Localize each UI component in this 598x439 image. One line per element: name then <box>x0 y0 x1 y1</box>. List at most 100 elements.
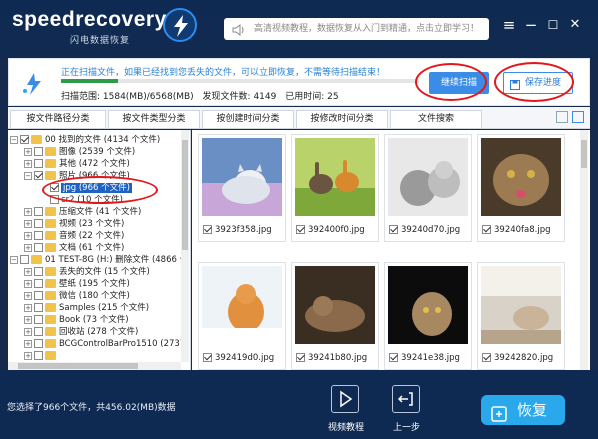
file-checkbox[interactable] <box>296 353 305 362</box>
tree-scroll-thumb[interactable] <box>182 140 188 250</box>
scan-stats: 扫描范围: 1584(MB)/6568(MB) 发现文件数: 4149 已用时间… <box>61 89 345 102</box>
expand-toggle-icon[interactable]: + <box>24 327 32 336</box>
menu-icon[interactable]: ≡ <box>500 16 518 34</box>
expand-toggle-icon[interactable]: + <box>24 207 32 216</box>
folder-icon <box>45 279 56 288</box>
file-thumbnail-card[interactable]: 39241b80.jpg <box>291 262 379 370</box>
expand-toggle-icon[interactable]: − <box>10 135 18 144</box>
file-thumbnail-card[interactable]: 39240d70.jpg <box>384 134 472 242</box>
tree-checkbox[interactable] <box>34 279 43 288</box>
file-thumbnail-card[interactable]: 3923f358.jpg <box>198 134 286 242</box>
grid-vertical-scrollbar[interactable] <box>580 130 588 370</box>
tab-file-search[interactable]: 文件搜索 <box>390 110 482 129</box>
tree-checkbox[interactable] <box>34 243 43 252</box>
file-thumbnail-card[interactable]: 39240fa8.jpg <box>477 134 565 242</box>
tree-label: 丢失的文件 (15 个文件) <box>59 267 150 277</box>
tree-checkbox[interactable] <box>20 135 29 144</box>
tree-checkbox[interactable] <box>34 147 43 156</box>
recover-button[interactable]: 恢复 <box>481 395 565 425</box>
tree-row[interactable]: + 压缩文件 (41 个文件) <box>24 206 141 218</box>
expand-toggle-icon[interactable]: − <box>24 171 32 180</box>
tree-row[interactable]: + 丢失的文件 (15 个文件) <box>24 266 150 278</box>
tree-checkbox[interactable] <box>34 291 43 300</box>
expand-toggle-icon[interactable]: + <box>24 147 32 156</box>
file-checkbox[interactable] <box>482 225 491 234</box>
expand-toggle-icon[interactable]: + <box>24 339 32 348</box>
maximize-icon[interactable]: ☐ <box>544 16 562 34</box>
selection-summary: 您选择了966个文件，共456.02(MB)数据 <box>7 403 176 413</box>
speaker-icon <box>232 23 246 40</box>
tree-vertical-scrollbar[interactable] <box>181 130 189 362</box>
tab-by-created[interactable]: 按创建时间分类 <box>202 110 294 129</box>
tree-row[interactable]: + 微信 (180 个文件) <box>24 290 130 302</box>
minimize-icon[interactable]: − <box>522 16 540 34</box>
tree-row[interactable]: + 其他 (472 个文件) <box>24 158 130 170</box>
file-checkbox[interactable] <box>482 353 491 362</box>
tree-checkbox[interactable] <box>34 327 43 336</box>
expand-toggle-icon[interactable]: + <box>24 279 32 288</box>
expand-toggle-icon[interactable]: + <box>24 231 32 240</box>
tree-row[interactable]: + 壁纸 (195 个文件) <box>24 278 130 290</box>
tree-row[interactable]: + <box>24 350 59 362</box>
file-name: 39241e38.jpg <box>401 353 460 363</box>
tree-row[interactable]: − 00 找到的文件 (4134 个文件) <box>10 134 160 146</box>
file-checkbox[interactable] <box>296 225 305 234</box>
expand-toggle-icon[interactable]: + <box>24 315 32 324</box>
tree-row[interactable]: + 音频 (22 个文件) <box>24 230 124 242</box>
file-thumbnail-card[interactable]: 392419d0.jpg <box>198 262 286 370</box>
expand-toggle-icon[interactable]: + <box>24 351 32 360</box>
file-checkbox[interactable] <box>389 225 398 234</box>
tree-label: 音频 (22 个文件) <box>59 231 125 241</box>
tree-horizontal-scrollbar[interactable] <box>8 362 181 370</box>
tree-checkbox[interactable] <box>34 231 43 240</box>
tree-hscroll-thumb[interactable] <box>18 363 138 369</box>
tree-row[interactable]: + Samples (215 个文件) <box>24 302 149 314</box>
tree-row[interactable]: + 文档 (61 个文件) <box>24 242 124 254</box>
tree-checkbox[interactable] <box>34 339 43 348</box>
tree-label: 文档 (61 个文件) <box>59 243 125 253</box>
tree-row[interactable]: + 视频 (23 个文件) <box>24 218 124 230</box>
tab-by-modified[interactable]: 按修改时间分类 <box>296 110 388 129</box>
close-icon[interactable]: ✕ <box>566 16 584 34</box>
expand-toggle-icon[interactable]: + <box>24 303 32 312</box>
tab-by-path[interactable]: 按文件路径分类 <box>10 110 106 129</box>
expand-toggle-icon[interactable]: + <box>24 267 32 276</box>
file-name: 392419d0.jpg <box>215 353 275 363</box>
notice-bar[interactable]: 高清视频教程，数据恢复从入门到精通，点击立即学习！ <box>224 18 489 40</box>
expand-toggle-icon[interactable]: + <box>24 159 32 168</box>
tree-checkbox[interactable] <box>34 315 43 324</box>
tree-row[interactable]: + 图像 (2539 个文件) <box>24 146 135 158</box>
file-checkbox[interactable] <box>389 353 398 362</box>
tree-checkbox[interactable] <box>34 303 43 312</box>
expand-toggle-icon[interactable]: − <box>10 255 18 264</box>
grid-view-icon[interactable] <box>572 111 584 123</box>
tree-checkbox[interactable] <box>34 171 43 180</box>
tree-label: 回收站 (278 个文件) <box>59 327 139 337</box>
tree-checkbox[interactable] <box>34 267 43 276</box>
tree-row[interactable]: + BCGControlBarPro1510 (2737 <box>24 338 185 350</box>
expand-toggle-icon[interactable]: + <box>24 243 32 252</box>
grid-scroll-thumb[interactable] <box>581 140 587 168</box>
file-thumbnail-card[interactable]: 39242820.jpg <box>477 262 565 370</box>
tree-row[interactable]: + 回收站 (278 个文件) <box>24 326 138 338</box>
tree-checkbox[interactable] <box>34 351 43 360</box>
file-thumbnail-card[interactable]: 392400f0.jpg <box>291 134 379 242</box>
tree-row[interactable]: − 01 TEST-8G (H:) 删除文件 (4866 个 <box>10 254 188 266</box>
tree-label: BCGControlBarPro1510 (2737 <box>59 339 186 349</box>
expand-toggle-icon[interactable]: + <box>24 219 32 228</box>
file-checkbox[interactable] <box>203 225 212 234</box>
list-view-icon[interactable] <box>556 111 568 123</box>
expand-toggle-icon[interactable]: + <box>24 291 32 300</box>
tree-row[interactable]: + Book (73 个文件) <box>24 314 129 326</box>
file-thumbnail-card[interactable]: 39241e38.jpg <box>384 262 472 370</box>
tree-checkbox[interactable] <box>20 255 29 264</box>
tree-checkbox[interactable] <box>34 219 43 228</box>
back-button[interactable] <box>392 385 420 413</box>
highlight-circle-jpg <box>42 176 158 204</box>
video-tutorial-button[interactable] <box>331 385 359 413</box>
file-checkbox[interactable] <box>203 353 212 362</box>
tree-checkbox[interactable] <box>34 159 43 168</box>
file-label: 39241e38.jpg <box>389 353 460 363</box>
tab-by-type[interactable]: 按文件类型分类 <box>108 110 200 129</box>
tree-checkbox[interactable] <box>34 207 43 216</box>
